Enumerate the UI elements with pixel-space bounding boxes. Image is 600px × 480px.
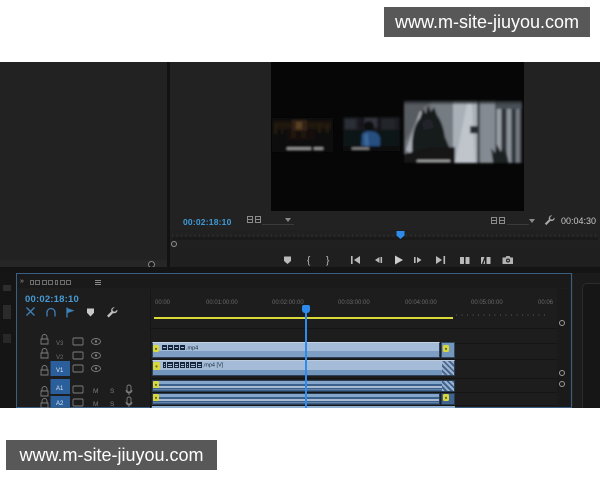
svg-text:V3: V3 (56, 341, 64, 347)
svg-text:S: S (110, 388, 115, 395)
svg-text:S: S (110, 401, 115, 408)
svg-text:V2: V2 (56, 355, 64, 361)
svg-text:A2: A2 (56, 401, 64, 407)
svg-text:}: } (326, 256, 330, 267)
svg-text:M: M (93, 401, 98, 408)
svg-text:M: M (93, 388, 98, 395)
svg-text:V1: V1 (56, 368, 64, 374)
svg-text:A1: A1 (56, 386, 64, 392)
svg-text:{: { (307, 256, 311, 267)
